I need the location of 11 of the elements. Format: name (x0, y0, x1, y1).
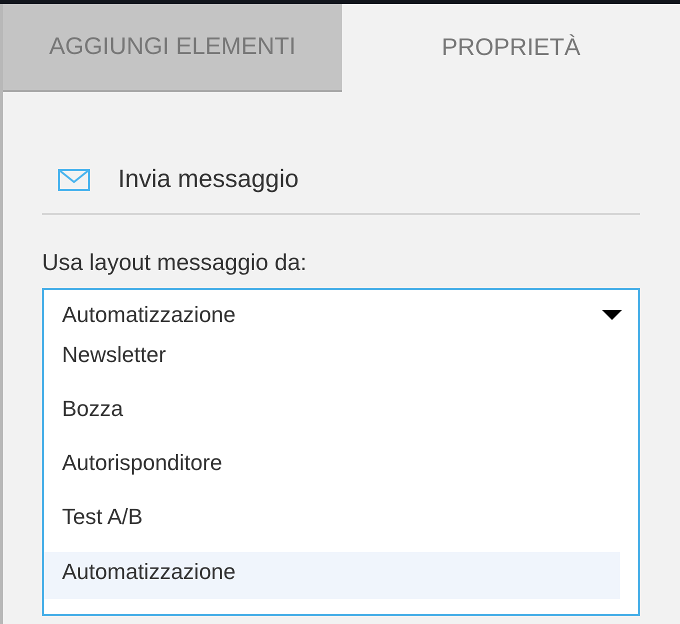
dropdown-option[interactable]: Newsletter (44, 332, 620, 386)
selected-value: Automatizzazione (62, 302, 236, 328)
dropdown-option[interactable]: Test A/B (44, 494, 620, 548)
envelope-icon (58, 168, 90, 190)
dropdown-option[interactable]: Bozza (44, 386, 620, 440)
action-title: Invia messaggio (118, 165, 299, 194)
dropdown-option[interactable]: Autorisponditore (44, 440, 620, 494)
layout-dropdown[interactable]: Automatizzazione Newsletter Bozza Autorisponditore Test A/B Automatizzazione (42, 288, 640, 616)
field-label: Usa layout messaggio da: (42, 249, 308, 276)
dropdown-option[interactable]: Automatizzazione (44, 552, 620, 599)
caret-icon (602, 310, 622, 320)
